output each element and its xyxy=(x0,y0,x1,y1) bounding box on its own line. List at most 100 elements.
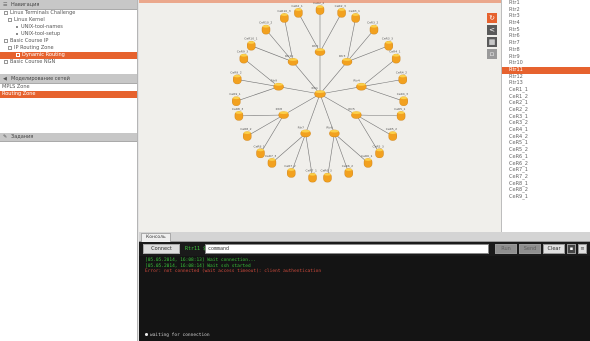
svg-text:CeR2_3: CeR2_3 xyxy=(335,4,346,8)
tree-item[interactable]: UNIX-tool-setup xyxy=(0,31,137,38)
router-list-item[interactable]: Rtr13 xyxy=(502,80,590,87)
router-list-item[interactable]: CeR7_2 xyxy=(502,174,590,181)
tasks-header[interactable]: ✎ Задания xyxy=(0,133,137,142)
router-list-item[interactable]: CeR2_2 xyxy=(502,107,590,114)
folder-icon xyxy=(4,38,8,43)
router-list-item[interactable]: CeR6_1 xyxy=(502,154,590,161)
router-list-item[interactable]: CeR1_2 xyxy=(502,94,590,101)
edge-router-node[interactable]: CeR5_2 xyxy=(386,127,397,141)
router-node[interactable]: Rtr6 xyxy=(326,125,340,138)
network-topology-graph[interactable]: Rtr1 Rtr2 CeR2_1 CeR2_2 CeR2_3 Rtr3 CeR3_1 CeR3… xyxy=(139,0,501,232)
module-item[interactable]: Routing Zone xyxy=(0,91,137,98)
edge-router-node[interactable]: CeR2_3 xyxy=(335,4,346,18)
modules-header[interactable]: ◀ Моделирование сетей xyxy=(0,74,137,84)
share-icon[interactable]: < xyxy=(487,25,497,35)
edge-router-node[interactable]: CeR9_1 xyxy=(229,92,241,106)
router-list-item[interactable]: CeR3_1 xyxy=(502,114,590,121)
network-link xyxy=(361,58,397,87)
edge-router-node[interactable]: CeR5_3 xyxy=(373,144,384,158)
edge-router-node[interactable]: CeR6_3 xyxy=(320,169,332,183)
edge-router-node[interactable]: CeR10_3 xyxy=(277,9,291,23)
edge-router-node[interactable]: CeR8_1 xyxy=(253,144,265,158)
edge-router-node[interactable]: CeR2_2 xyxy=(313,1,324,15)
router-list-item[interactable]: CeR3_2 xyxy=(502,120,590,127)
router-list-item[interactable]: Rtr9 xyxy=(502,54,590,61)
router-list-item[interactable]: CeR4_1 xyxy=(502,127,590,134)
router-list-item[interactable]: CeR8_1 xyxy=(502,181,590,188)
edge-router-node[interactable]: CeR3_3 xyxy=(382,37,393,51)
folder-icon xyxy=(8,17,12,22)
topology-canvas[interactable]: Rtr1 Rtr2 CeR2_1 CeR2_2 CeR2_3 Rtr3 CeR3_1 CeR3… xyxy=(139,0,501,232)
edge-router-node[interactable]: CeR6_2 xyxy=(342,164,353,178)
edge-router-node[interactable]: CeR2_1 xyxy=(291,4,303,18)
edge-router-node[interactable]: CeR3_1 xyxy=(349,9,360,23)
refresh-icon[interactable]: ↻ xyxy=(487,13,497,23)
tree-item[interactable]: Basic Course IP xyxy=(0,38,137,45)
clear-button[interactable]: Clear xyxy=(543,244,565,254)
run-button[interactable]: Run xyxy=(495,244,517,254)
router-list-item[interactable]: CeR2_1 xyxy=(502,100,590,107)
router-list-item[interactable]: Rtr10 xyxy=(502,60,590,67)
save-icon[interactable]: ▪ xyxy=(567,244,576,254)
tree-item[interactable]: Linux Terminals Challenge xyxy=(0,10,137,17)
core-router-node[interactable]: Rtr1 xyxy=(312,86,326,98)
send-button[interactable]: Send xyxy=(519,244,541,254)
edge-router-node[interactable]: CeR6_1 xyxy=(361,154,372,168)
router-list-item[interactable]: CeR7_1 xyxy=(502,167,590,174)
router-list-item[interactable]: Rtr11 xyxy=(502,66,590,74)
svg-text:CeR4_2: CeR4_2 xyxy=(396,70,407,74)
router-list-item[interactable]: CeR5_2 xyxy=(502,147,590,154)
edge-router-node[interactable]: CeR7_1 xyxy=(306,169,317,183)
router-list-item[interactable]: CeR4_2 xyxy=(502,134,590,141)
tree-item[interactable]: Linux Kernel xyxy=(0,17,137,24)
connect-button[interactable]: Connect xyxy=(143,244,180,254)
router-node[interactable]: Rtr4 xyxy=(353,79,367,91)
tree-item[interactable]: Dynamic Routing xyxy=(0,52,137,59)
edge-router-node[interactable]: CeR9_2 xyxy=(230,70,242,85)
router-list-item[interactable]: CeR6_2 xyxy=(502,161,590,168)
edge-router-node[interactable]: CeR3_2 xyxy=(367,21,378,35)
router-list-item[interactable]: Rtr6 xyxy=(502,33,590,40)
tree-item[interactable]: Basic Course NGN xyxy=(0,59,137,66)
navigation-header[interactable]: ☰ Навигация xyxy=(0,0,137,10)
router-list-item[interactable]: CeR9_1 xyxy=(502,194,590,201)
router-node[interactable]: Rtr8 xyxy=(276,107,289,119)
edge-router-node[interactable]: CeR8_2 xyxy=(240,127,252,141)
edge-router-node[interactable]: CeR5_1 xyxy=(394,107,406,121)
tree-item[interactable]: IP Routing Zone xyxy=(0,45,137,52)
svg-text:CeR10_1: CeR10_1 xyxy=(244,37,257,41)
router-list-item[interactable]: CeR8_2 xyxy=(502,187,590,194)
edge-router-node[interactable]: CeR8_3 xyxy=(232,107,243,121)
router-list-item[interactable]: Rtr12 xyxy=(502,74,590,81)
edge-router-node[interactable]: CeR10_2 xyxy=(259,21,272,35)
settings-icon[interactable]: ≡ xyxy=(578,244,587,254)
edge-router-node[interactable]: CeR4_3 xyxy=(397,92,408,106)
edge-router-node[interactable]: CeR7_2 xyxy=(284,164,296,178)
router-list-item[interactable]: Rtr1 xyxy=(502,0,590,7)
router-list-item[interactable]: CeR5_1 xyxy=(502,140,590,147)
router-node[interactable]: Rtr2 xyxy=(312,44,326,56)
edge-router-node[interactable]: CeR4_2 xyxy=(396,70,407,85)
network-link xyxy=(283,93,321,116)
router-node[interactable]: Rtr5 xyxy=(348,107,362,119)
router-list-item[interactable]: Rtr3 xyxy=(502,13,590,20)
edge-router-node[interactable]: CeR4_1 xyxy=(389,50,401,64)
router-node[interactable]: Rtr7 xyxy=(298,125,311,138)
grid-icon[interactable]: ▦ xyxy=(487,37,497,47)
router-list-item[interactable]: Rtr4 xyxy=(502,20,590,27)
canvas-toolbar: ↻ < ▦ ▫ xyxy=(487,13,498,61)
module-item[interactable]: MPLS Zone xyxy=(0,84,137,91)
tree-item[interactable]: UNIX-tool-names xyxy=(0,24,137,31)
map-icon[interactable]: ▫ xyxy=(487,49,497,59)
router-list-item[interactable]: CeR1_1 xyxy=(502,87,590,94)
router-list-item[interactable]: Rtr2 xyxy=(502,7,590,14)
edge-router-node[interactable]: CeR10_1 xyxy=(244,37,258,51)
router-list-item[interactable]: Rtr5 xyxy=(502,27,590,34)
tab-console[interactable]: Консоль xyxy=(141,233,171,242)
edge-router-node[interactable]: CeR9_3 xyxy=(237,50,248,64)
command-input[interactable]: command xyxy=(205,244,489,254)
router-node[interactable]: Rtr3 xyxy=(339,54,353,66)
edge-router-node[interactable]: CeR7_3 xyxy=(265,154,276,168)
router-list-item[interactable]: Rtr7 xyxy=(502,40,590,47)
router-list-item[interactable]: Rtr8 xyxy=(502,47,590,54)
